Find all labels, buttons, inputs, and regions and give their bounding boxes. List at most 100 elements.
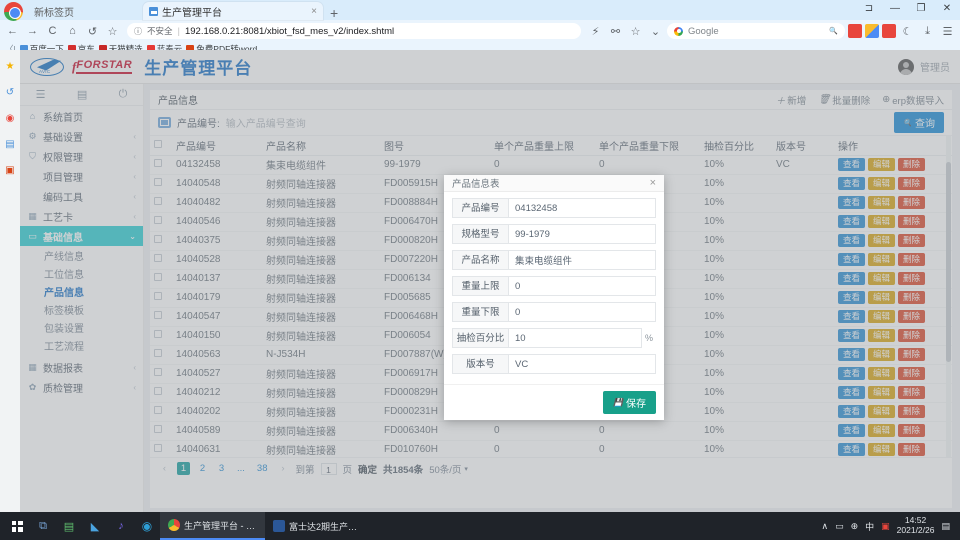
cast-icon[interactable]: ⊐ [856,0,882,18]
tab-close-icon[interactable]: × [311,6,317,17]
search-input[interactable]: Google 🔍 [667,23,845,39]
favorites-star-icon[interactable]: ★ [4,60,17,73]
browser-tab-active[interactable]: 生产管理平台 × [143,2,323,20]
ime-icon[interactable]: 中 [865,520,874,533]
reload-icon[interactable]: C [44,23,61,40]
clock-date: 2021/2/26 [896,525,935,535]
shield-icon[interactable]: ◣ [82,512,108,540]
close-window-button[interactable]: ✕ [934,0,960,18]
field-input[interactable]: 0 [508,302,656,322]
browser-side-panel: ★ ↺ ◉ ▤ ▣ [0,50,20,512]
network-icon[interactable]: ▭ [835,521,844,532]
tray-expand-icon[interactable]: ∧ [821,521,828,532]
modal-body: 产品编号 04132458 规格型号 99-1979 产品名称 集束电缆组件 重量上限 0 重量… [444,192,664,384]
security-info-icon: ⓘ [134,26,142,36]
save-icon: 💾 [613,398,623,407]
browser-tab-new[interactable]: 新标签页 [28,2,143,20]
modal-field-row: 重量上限 0 [452,276,656,296]
minimize-button[interactable]: — [882,0,908,18]
window-controls: ⊐ — ❐ ✕ [856,0,960,20]
search-icon[interactable]: 🔍 [829,27,838,35]
tab-favicon-icon [149,6,158,16]
clock[interactable]: 14:52 2021/2/26 [896,515,935,536]
forward-icon[interactable]: → [24,23,41,40]
modal-field-row: 重量下限 0 [452,302,656,322]
close-icon[interactable]: × [650,177,656,189]
modal-field-row: 规格型号 99-1979 [452,224,656,244]
chevron-down-icon[interactable]: ⌄ [647,23,664,40]
start-icon[interactable] [4,512,30,540]
web-page: AVIC f FORSTAR 生产管理平台 管理员 ☰ ▤ ⏻ ⌂ 系统首页 ⚙ 基… [20,50,960,512]
field-label: 产品名称 [452,250,508,270]
maximize-button[interactable]: ❐ [908,0,934,18]
task-view-icon[interactable]: ⧉ [30,512,56,540]
save-button[interactable]: 💾 保存 [603,391,656,414]
taskbar-app-label: 富士达2期生产管理... [289,521,362,532]
star-icon[interactable]: ☆ [627,23,644,40]
chrome-logo-icon [0,0,28,21]
product-info-modal: 产品信息表 × 产品编号 04132458 规格型号 99-1979 产品名称 集束电缆组… [444,175,664,420]
modal-header: 产品信息表 × [444,175,664,192]
history-icon[interactable]: ↺ [4,86,17,99]
system-tray: ∧ ▭ ⊕ 中 ▣ 14:52 2021/2/26 ▤ [821,515,956,536]
taskbar: ⧉ ▤ ◣ ♪ ◉ 生产管理平台 - 双... 富士达2期生产管理... ∧ ▭… [0,512,960,540]
globe-icon[interactable]: ⊕ [851,521,859,532]
address-bar[interactable]: ⓘ 不安全 | 192.168.0.21:8081/xbiot_fsd_mes_… [127,23,581,39]
wps-icon[interactable]: ♪ [108,512,134,540]
key-icon[interactable]: ⚯ [607,23,624,40]
notifications-icon[interactable]: ▤ [941,521,950,532]
flash-icon[interactable]: ⚡ [587,23,604,40]
modal-title: 产品信息表 [452,179,500,190]
browser-toolbar: ← → C ⌂ ↺ ☆ ⓘ 不安全 | 192.168.0.21:8081/xb… [0,20,960,42]
google-icon [674,26,683,36]
field-input[interactable]: VC [508,354,656,374]
field-label: 版本号 [452,354,508,374]
dark-mode-icon[interactable]: ☾ [899,23,916,40]
field-label: 重量上限 [452,276,508,296]
extension-orange-icon[interactable] [882,24,896,38]
back-icon[interactable]: ← [4,23,21,40]
taskbar-app-chrome[interactable]: 生产管理平台 - 双... [160,512,265,540]
modal-field-row: 产品名称 集束电缆组件 [452,250,656,270]
taskbar-app-word[interactable]: 富士达2期生产管理... [265,512,370,540]
tray-pdf-icon[interactable]: ▣ [881,521,890,532]
downloads-icon[interactable]: ⤓ [919,23,936,40]
new-tab-button[interactable]: + [323,6,345,20]
tab-strip: 新标签页 生产管理平台 × + ⊐ — ❐ ✕ [0,0,960,21]
weibo-icon[interactable]: ◉ [4,112,17,125]
address-bar-url: 192.168.0.21:8081/xbiot_fsd_mes_v2/index… [184,25,395,37]
modal-field-row: 抽检百分比 10% [452,328,656,348]
field-suffix: % [644,333,653,343]
search-placeholder: Google [688,25,719,37]
extension-grid-icon[interactable] [865,24,879,38]
browser-window: 新标签页 生产管理平台 × + ⊐ — ❐ ✕ ← → C ⌂ ↺ ☆ ⓘ 不安… [0,0,960,512]
chrome-icon [168,519,180,531]
modal-field-row: 产品编号 04132458 [452,198,656,218]
browser-menu-icon[interactable]: ☰ [939,23,956,40]
field-input[interactable]: 99-1979 [508,224,656,244]
field-label: 重量下限 [452,302,508,322]
field-input[interactable]: 集束电缆组件 [508,250,656,270]
field-label: 规格型号 [452,224,508,244]
browser-tab-label: 新标签页 [34,7,74,19]
edge-icon[interactable]: ◉ [134,512,160,540]
collections-icon[interactable]: ▤ [4,138,17,151]
field-input[interactable]: 0 [508,276,656,296]
taskbar-app-label: 生产管理平台 - 双... [184,520,257,531]
word-icon [273,520,285,532]
extension-red-icon[interactable] [848,24,862,38]
bookmark-star-icon[interactable]: ☆ [104,23,121,40]
field-label: 抽检百分比 [452,328,508,348]
notes-icon[interactable]: ▤ [56,512,82,540]
field-input[interactable]: 04132458 [508,198,656,218]
modal-footer: 💾 保存 [444,384,664,420]
save-button-label: 保存 [626,399,646,410]
pdf-icon[interactable]: ▣ [4,164,17,177]
omnibox-separator: | [177,25,180,37]
browser-tab-label: 生产管理平台 [162,7,222,19]
field-input[interactable]: 10 [508,328,642,348]
security-label: 不安全 [147,26,173,36]
field-label: 产品编号 [452,198,508,218]
home-icon[interactable]: ⌂ [64,23,81,40]
history-icon[interactable]: ↺ [84,23,101,40]
